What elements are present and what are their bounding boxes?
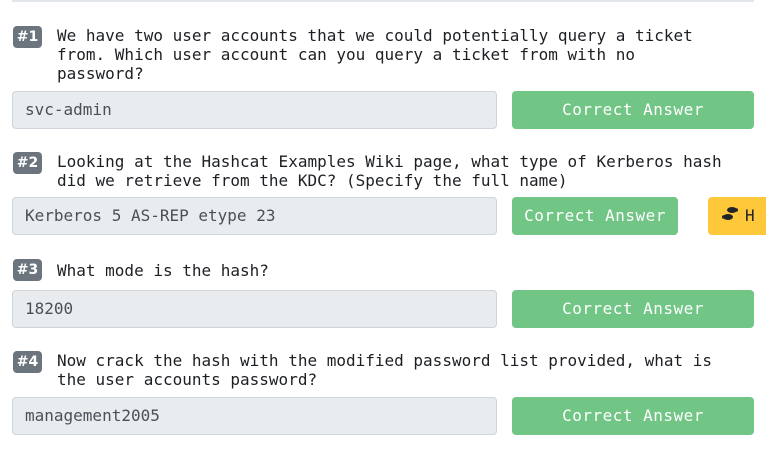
correct-answer-button[interactable]: Correct Answer bbox=[512, 397, 754, 435]
question-text: We have two user accounts that we could … bbox=[57, 26, 693, 83]
section-divider bbox=[12, 0, 754, 2]
answer-field[interactable]: 18200 bbox=[12, 290, 497, 328]
question-number-badge: #2 bbox=[13, 152, 42, 174]
answer-field[interactable]: management2005 bbox=[12, 397, 497, 435]
answer-field[interactable]: svc-admin bbox=[12, 91, 497, 129]
question-text: What mode is the hash? bbox=[57, 261, 269, 280]
correct-answer-button[interactable]: Correct Answer bbox=[512, 197, 678, 235]
answer-field[interactable]: Kerberos 5 AS-REP etype 23 bbox=[12, 197, 497, 235]
question-number-badge: #4 bbox=[13, 351, 42, 373]
correct-answer-button[interactable]: Correct Answer bbox=[512, 91, 754, 129]
question-text: Now crack the hash with the modified pas… bbox=[57, 351, 713, 389]
footprints-icon bbox=[721, 198, 739, 236]
hint-button-label: H bbox=[745, 206, 755, 225]
question-number-badge: #3 bbox=[13, 259, 42, 281]
question-text: Looking at the Hashcat Examples Wiki pag… bbox=[57, 152, 722, 190]
hint-button[interactable]: H bbox=[708, 197, 766, 235]
correct-answer-button[interactable]: Correct Answer bbox=[512, 290, 754, 328]
question-number-badge: #1 bbox=[13, 26, 42, 48]
